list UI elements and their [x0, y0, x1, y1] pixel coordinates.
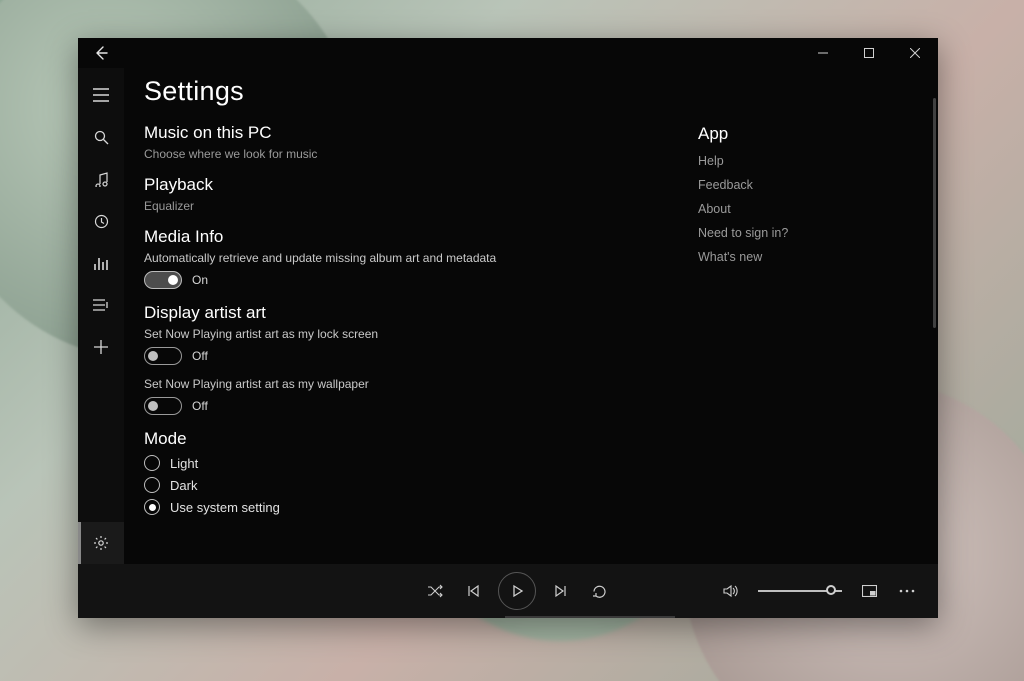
- artistart-wall-toggle[interactable]: [144, 397, 182, 415]
- artistart-wall-state: Off: [192, 399, 208, 413]
- mode-radio-dark[interactable]: Dark: [144, 477, 678, 493]
- back-button[interactable]: [78, 38, 124, 68]
- maximize-icon: [864, 48, 874, 58]
- sidebar-hamburger[interactable]: [78, 74, 124, 116]
- previous-button[interactable]: [456, 574, 490, 608]
- close-button[interactable]: [892, 38, 938, 68]
- app-link-about[interactable]: About: [698, 202, 922, 216]
- app-link-whatsnew[interactable]: What's new: [698, 250, 922, 264]
- shuffle-button[interactable]: [418, 574, 452, 608]
- section-mediainfo-title: Media Info: [144, 227, 678, 247]
- skip-previous-icon: [466, 584, 480, 598]
- section-playback-link[interactable]: Equalizer: [144, 199, 678, 213]
- more-horizontal-icon: [899, 589, 915, 593]
- sidebar-search[interactable]: [78, 116, 124, 158]
- section-playback-title: Playback: [144, 175, 678, 195]
- search-icon: [94, 130, 109, 145]
- sidebar-settings[interactable]: [78, 522, 124, 564]
- app-link-feedback[interactable]: Feedback: [698, 178, 922, 192]
- window-body: Settings Music on this PC Choose where w…: [78, 68, 938, 564]
- maximize-button[interactable]: [846, 38, 892, 68]
- mode-radio-light-label: Light: [170, 456, 198, 471]
- section-music-title: Music on this PC: [144, 123, 678, 143]
- close-icon: [910, 48, 920, 58]
- scrollbar-thumb[interactable]: [933, 98, 936, 328]
- sidebar-selection-indicator: [78, 522, 81, 564]
- mode-radio-light[interactable]: Light: [144, 455, 678, 471]
- sidebar-new-playlist[interactable]: [78, 326, 124, 368]
- minimize-button[interactable]: [800, 38, 846, 68]
- sidebar: [78, 68, 124, 564]
- section-mediainfo-desc: Automatically retrieve and update missin…: [144, 251, 678, 265]
- page-title: Settings: [144, 76, 678, 107]
- mediainfo-toggle-state: On: [192, 273, 208, 287]
- equalizer-bars-icon: [93, 256, 109, 270]
- shuffle-icon: [427, 584, 443, 598]
- next-button[interactable]: [544, 574, 578, 608]
- plus-icon: [94, 340, 108, 354]
- arrow-left-icon: [93, 45, 109, 61]
- title-bar: [78, 38, 938, 68]
- clock-icon: [94, 214, 109, 229]
- playlist-icon: [93, 299, 109, 311]
- app-pane-title: App: [698, 124, 922, 144]
- miniplayer-icon: [862, 585, 877, 597]
- section-artistart-title: Display artist art: [144, 303, 678, 323]
- minimize-icon: [818, 48, 828, 58]
- play-button[interactable]: [498, 572, 536, 610]
- player-bar: [78, 564, 938, 618]
- mode-radio-system[interactable]: Use system setting: [144, 499, 678, 515]
- app-link-help[interactable]: Help: [698, 154, 922, 168]
- artistart-lock-desc: Set Now Playing artist art as my lock sc…: [144, 327, 678, 341]
- volume-slider-thumb[interactable]: [826, 585, 836, 595]
- artistart-lock-toggle[interactable]: [144, 347, 182, 365]
- sidebar-playlists[interactable]: [78, 284, 124, 326]
- artistart-wall-desc: Set Now Playing artist art as my wallpap…: [144, 377, 678, 391]
- mode-radio-system-label: Use system setting: [170, 500, 280, 515]
- section-mode-title: Mode: [144, 429, 678, 449]
- volume-button[interactable]: [714, 574, 748, 608]
- app-link-signin[interactable]: Need to sign in?: [698, 226, 922, 240]
- repeat-icon: [592, 584, 607, 599]
- music-note-icon: [93, 171, 109, 187]
- mediainfo-toggle[interactable]: [144, 271, 182, 289]
- volume-icon: [723, 584, 739, 598]
- settings-panel: Settings Music on this PC Choose where w…: [124, 68, 698, 564]
- skip-next-icon: [554, 584, 568, 598]
- mode-radio-dark-label: Dark: [170, 478, 197, 493]
- sidebar-now-playing[interactable]: [78, 242, 124, 284]
- volume-slider[interactable]: [758, 590, 842, 592]
- app-window: Settings Music on this PC Choose where w…: [78, 38, 938, 618]
- content-area: Settings Music on this PC Choose where w…: [124, 68, 938, 564]
- section-music-link[interactable]: Choose where we look for music: [144, 147, 678, 161]
- app-pane: App Help Feedback About Need to sign in?…: [698, 68, 938, 564]
- repeat-button[interactable]: [582, 574, 616, 608]
- miniplayer-button[interactable]: [852, 574, 886, 608]
- play-icon: [510, 584, 524, 598]
- more-button[interactable]: [890, 574, 924, 608]
- sidebar-recent[interactable]: [78, 200, 124, 242]
- artistart-lock-state: Off: [192, 349, 208, 363]
- gear-icon: [93, 535, 109, 551]
- progress-bar[interactable]: [505, 616, 675, 618]
- sidebar-my-music[interactable]: [78, 158, 124, 200]
- hamburger-icon: [93, 88, 109, 102]
